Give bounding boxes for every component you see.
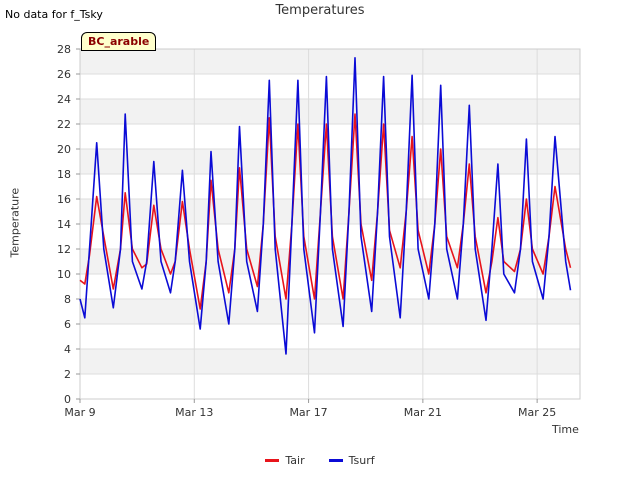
x-tick-label: Mar 25: [518, 406, 556, 419]
legend-item-tair: Tair: [265, 454, 305, 467]
y-tick-label: 6: [64, 318, 71, 331]
grid-band: [80, 249, 580, 274]
y-tick-label: 20: [57, 143, 71, 156]
y-tick-label: 24: [57, 93, 71, 106]
legend-label-tair: Tair: [285, 454, 305, 467]
legend-item-tsurf: Tsurf: [328, 454, 375, 467]
legend-swatch-tair: [265, 459, 280, 462]
y-axis-label: Temperature: [8, 187, 22, 258]
grid-band: [80, 99, 580, 124]
y-tick-label: 8: [64, 293, 71, 306]
y-axis-ticks: 0246810121416182022242628: [57, 43, 80, 406]
legend-label-tsurf: Tsurf: [348, 454, 375, 467]
y-tick-label: 22: [57, 118, 71, 131]
x-axis-label: Time: [552, 423, 579, 436]
y-tick-label: 2: [64, 368, 71, 381]
y-tick-label: 4: [64, 343, 71, 356]
legend-swatch-tsurf: [328, 459, 343, 462]
y-tick-label: 14: [57, 218, 71, 231]
y-tick-label: 0: [64, 393, 71, 406]
site-badge: BC_arable: [81, 32, 157, 51]
y-tick-label: 18: [57, 168, 71, 181]
x-axis-ticks: Mar 9 Mar 13 Mar 17 Mar 21 Mar 25: [64, 399, 556, 419]
grid-band: [80, 349, 580, 374]
temperature-chart: 0246810121416182022242628 Mar 9 Mar 13 Mar…: [57, 43, 581, 419]
x-tick-label: Mar 13: [175, 406, 213, 419]
y-tick-label: 10: [57, 268, 71, 281]
legend: Tair Tsurf: [0, 454, 640, 467]
y-tick-label: 28: [57, 43, 71, 56]
x-tick-label: Mar 9: [64, 406, 95, 419]
y-tick-label: 26: [57, 68, 71, 81]
grid-band: [80, 49, 580, 74]
x-tick-label: Mar 21: [404, 406, 442, 419]
x-tick-label: Mar 17: [289, 406, 327, 419]
y-tick-label: 16: [57, 193, 71, 206]
missing-data-note: No data for f_Tsky: [5, 8, 103, 21]
y-tick-label: 12: [57, 243, 71, 256]
grid-band: [80, 299, 580, 324]
